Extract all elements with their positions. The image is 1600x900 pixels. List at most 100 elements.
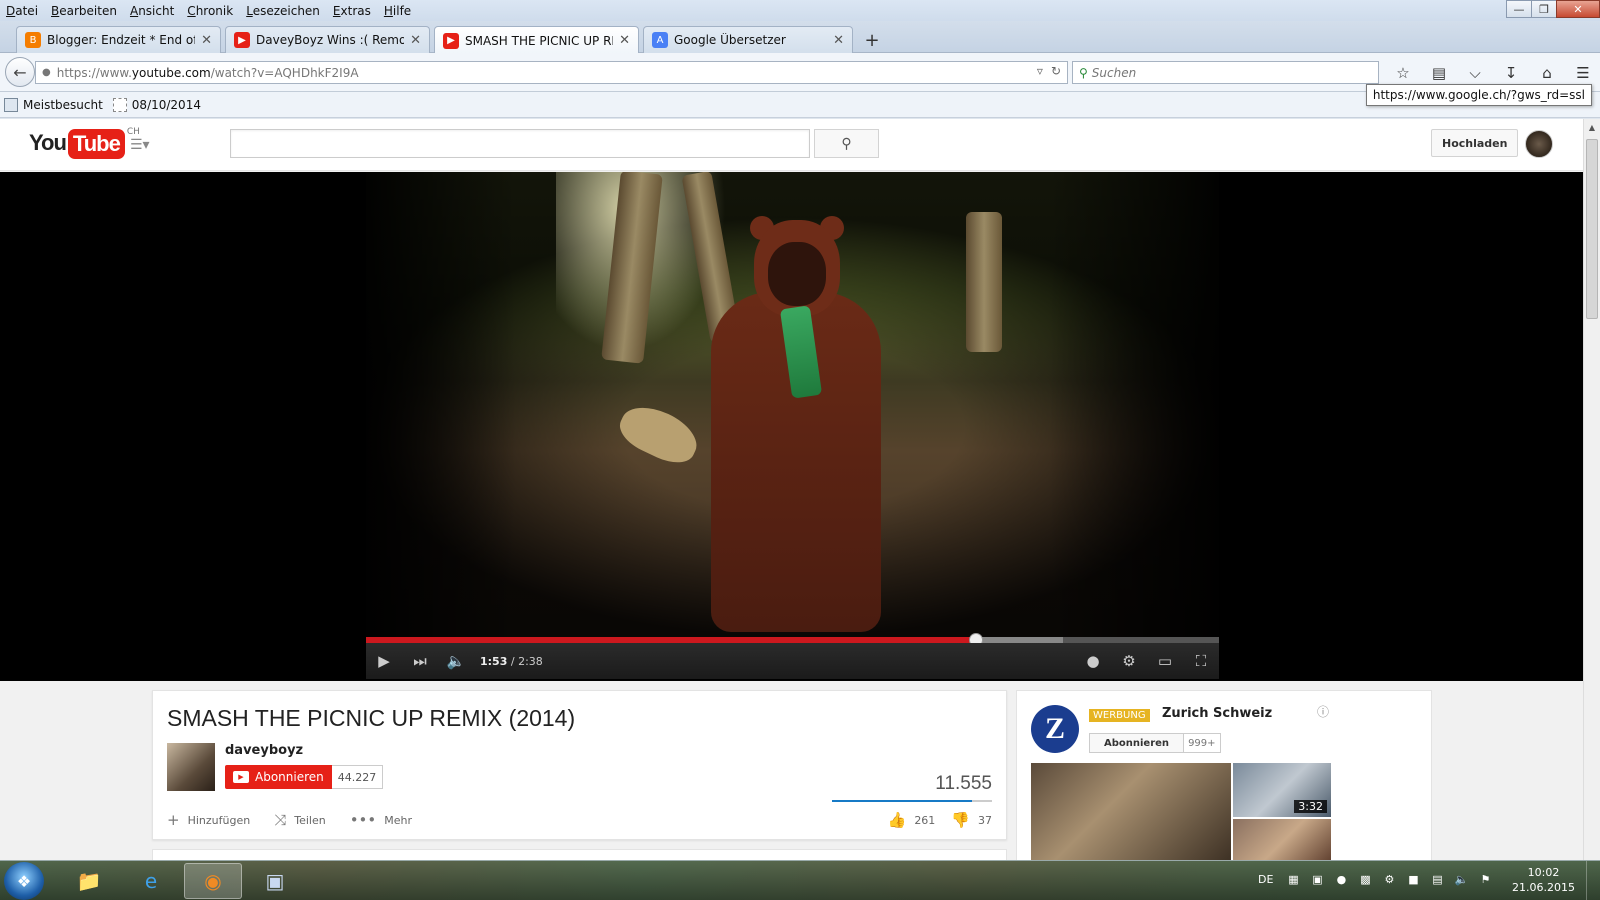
upload-button[interactable]: Hochladen [1431, 129, 1519, 157]
download-icon[interactable]: ↧ [1493, 62, 1529, 84]
ad-subscribe-button[interactable]: Abonnieren 999+ [1089, 733, 1221, 753]
youtube-search-button[interactable]: ⚲ [814, 129, 879, 158]
plus-icon: + [167, 811, 180, 829]
annotations-icon[interactable]: ● [1075, 643, 1111, 679]
video-title: SMASH THE PICNIC UP REMIX (2014) [167, 705, 576, 731]
network-monitor-icon[interactable]: ▣ [246, 863, 304, 899]
avatar[interactable] [1525, 130, 1553, 158]
channel-avatar[interactable] [167, 743, 215, 791]
show-desktop-button[interactable] [1586, 861, 1600, 900]
home-icon[interactable]: ⌂ [1529, 62, 1565, 84]
ad-video-thumbnail-small[interactable]: 3:32 [1233, 763, 1331, 817]
minimize-icon[interactable]: — [1506, 0, 1532, 18]
bookmark-meistbesucht[interactable]: Meistbesucht [4, 97, 103, 112]
dropdown-arrow-icon[interactable]: ▿ [1037, 64, 1043, 78]
video-frame[interactable] [366, 172, 1219, 637]
url-tooltip: https://www.google.ch/?gws_rd=ssl [1365, 84, 1592, 106]
close-icon[interactable]: ✕ [619, 33, 630, 48]
explorer-icon[interactable]: 📁 [60, 863, 118, 899]
tab-google-translate[interactable]: A Google Übersetzer ✕ [643, 26, 853, 53]
flag-icon[interactable]: ⚑ [1477, 871, 1493, 887]
tray-app-icon[interactable]: ⚙ [1381, 871, 1397, 887]
tab-daveyboyz[interactable]: ▶ DaveyBoyz Wins :( Removi... ✕ [225, 26, 430, 53]
internet-explorer-icon[interactable]: e [122, 863, 180, 899]
clock[interactable]: 10:02 21.06.2015 [1512, 865, 1575, 895]
bookmark-date[interactable]: 08/10/2014 [112, 97, 201, 112]
dislike-button[interactable]: 👎 37 [951, 811, 992, 829]
tab-blogger[interactable]: B Blogger: Endzeit * End of Ti... ✕ [16, 26, 221, 53]
theater-mode-icon[interactable]: ▭ [1147, 643, 1183, 679]
guide-menu-icon[interactable]: ☰▾ [130, 137, 150, 153]
tray-app-icon[interactable]: ● [1333, 871, 1349, 887]
tray-app-icon[interactable]: ▩ [1357, 871, 1373, 887]
next-icon[interactable]: ⏭ [402, 643, 438, 679]
play-icon[interactable]: ▶ [366, 643, 402, 679]
back-button[interactable]: ← [5, 57, 35, 87]
speaker-icon[interactable]: 🔈 [1453, 871, 1469, 887]
network-icon[interactable]: ▤ [1429, 871, 1445, 887]
close-icon[interactable]: ✕ [410, 33, 421, 48]
ad-video-thumbnail[interactable] [1031, 763, 1231, 860]
tray-app-icon[interactable]: ▣ [1309, 871, 1325, 887]
windows-logo-icon: ❖ [16, 871, 32, 891]
fullscreen-icon[interactable]: ⛶ [1183, 643, 1219, 679]
channel-name[interactable]: daveyboyz [225, 743, 303, 758]
youtube-icon: ▶ [443, 32, 459, 49]
menu-extras[interactable]: Extras [327, 4, 378, 18]
tray-app-icon[interactable]: ■ [1405, 871, 1421, 887]
url-bar[interactable]: ● https://www. youtube.com/watch?v=AQHDhk… [35, 61, 1068, 84]
bookmark-label: 08/10/2014 [131, 97, 201, 112]
tab-label: Google Übersetzer [674, 33, 786, 47]
close-icon[interactable]: ✕ [833, 33, 844, 48]
menu-chronik[interactable]: Chronik [181, 4, 240, 18]
ad-video-thumbnail-small[interactable] [1233, 819, 1331, 860]
thumbs-up-icon: 👍 [887, 811, 907, 829]
settings-gear-icon[interactable]: ⚙ [1111, 643, 1147, 679]
volume-icon[interactable]: 🔈 [438, 643, 474, 679]
subscribe-button[interactable]: ▶ Abonnieren 44.227 [225, 765, 384, 789]
reload-icon[interactable]: ↻ [1051, 64, 1061, 78]
search-placeholder: Suchen [1091, 65, 1137, 80]
info-icon[interactable]: ⓘ [1317, 703, 1329, 720]
share-button[interactable]: ⤨ Teilen [274, 811, 326, 829]
menu-hilfe[interactable]: Hilfe [378, 4, 418, 18]
menu-bar: Datei Bearbeiten Ansicht Chronik Lesezei… [0, 0, 1600, 21]
youtube-search-input[interactable] [230, 129, 810, 158]
menu-ansicht[interactable]: Ansicht [124, 4, 181, 18]
menu-lesezeichen[interactable]: Lesezeichen [240, 4, 327, 18]
hamburger-menu-icon[interactable]: ☰ [1565, 62, 1600, 84]
scroll-up-icon[interactable]: ▲ [1584, 119, 1600, 136]
bookmark-folder-icon [4, 97, 18, 112]
language-indicator[interactable]: DE [1258, 873, 1273, 886]
duration: / 2:38 [510, 654, 543, 668]
ad-channel-name[interactable]: Zurich Schweiz [1162, 706, 1272, 721]
like-ratio-fill [832, 800, 973, 802]
restore-icon[interactable]: ❐ [1531, 0, 1557, 18]
close-icon[interactable]: ✕ [1556, 0, 1600, 18]
more-button[interactable]: ••• Mehr [350, 811, 412, 829]
thumbs-down-icon: 👎 [951, 811, 970, 829]
menu-datei[interactable]: Datei [0, 4, 45, 18]
zurich-logo[interactable]: Z [1031, 705, 1079, 753]
search-icon: ⚲ [841, 135, 852, 152]
pocket-icon[interactable]: ⌵ [1457, 62, 1493, 84]
page-scrollbar[interactable]: ▲ [1583, 119, 1600, 860]
bookmark-star-icon[interactable]: ☆ [1385, 62, 1421, 84]
firefox-icon[interactable]: ◉ [184, 863, 242, 899]
new-tab-icon[interactable]: + [860, 28, 884, 52]
search-engine-icon: ⚲ [1079, 65, 1088, 80]
scrollbar-thumb[interactable] [1586, 139, 1598, 319]
like-button[interactable]: 👍 261 [888, 811, 936, 829]
system-tray: DE ▦ ▣ ● ▩ ⚙ ■ ▤ 🔈 ⚑ [1258, 871, 1501, 887]
tray-app-icon[interactable]: ▦ [1285, 871, 1301, 887]
close-icon[interactable]: ✕ [201, 33, 212, 48]
start-button[interactable]: ❖ [4, 862, 44, 900]
add-to-button[interactable]: + Hinzufügen [167, 811, 250, 829]
share-icon: ⤨ [274, 811, 287, 829]
menu-bearbeiten[interactable]: Bearbeiten [45, 4, 124, 18]
youtube-logo[interactable]: You Tube CH [29, 127, 140, 159]
video-player[interactable]: ▶ ⏭ 🔈 1:53 / 2:38 ● ⚙ ▭ ⛶ [0, 172, 1583, 681]
bookmarks-list-icon[interactable]: ▤ [1421, 62, 1457, 84]
tab-smash-the-picnic[interactable]: ▶ SMASH THE PICNIC UP RE... ✕ [434, 26, 639, 54]
search-box[interactable]: ⚲ Suchen [1072, 61, 1379, 84]
